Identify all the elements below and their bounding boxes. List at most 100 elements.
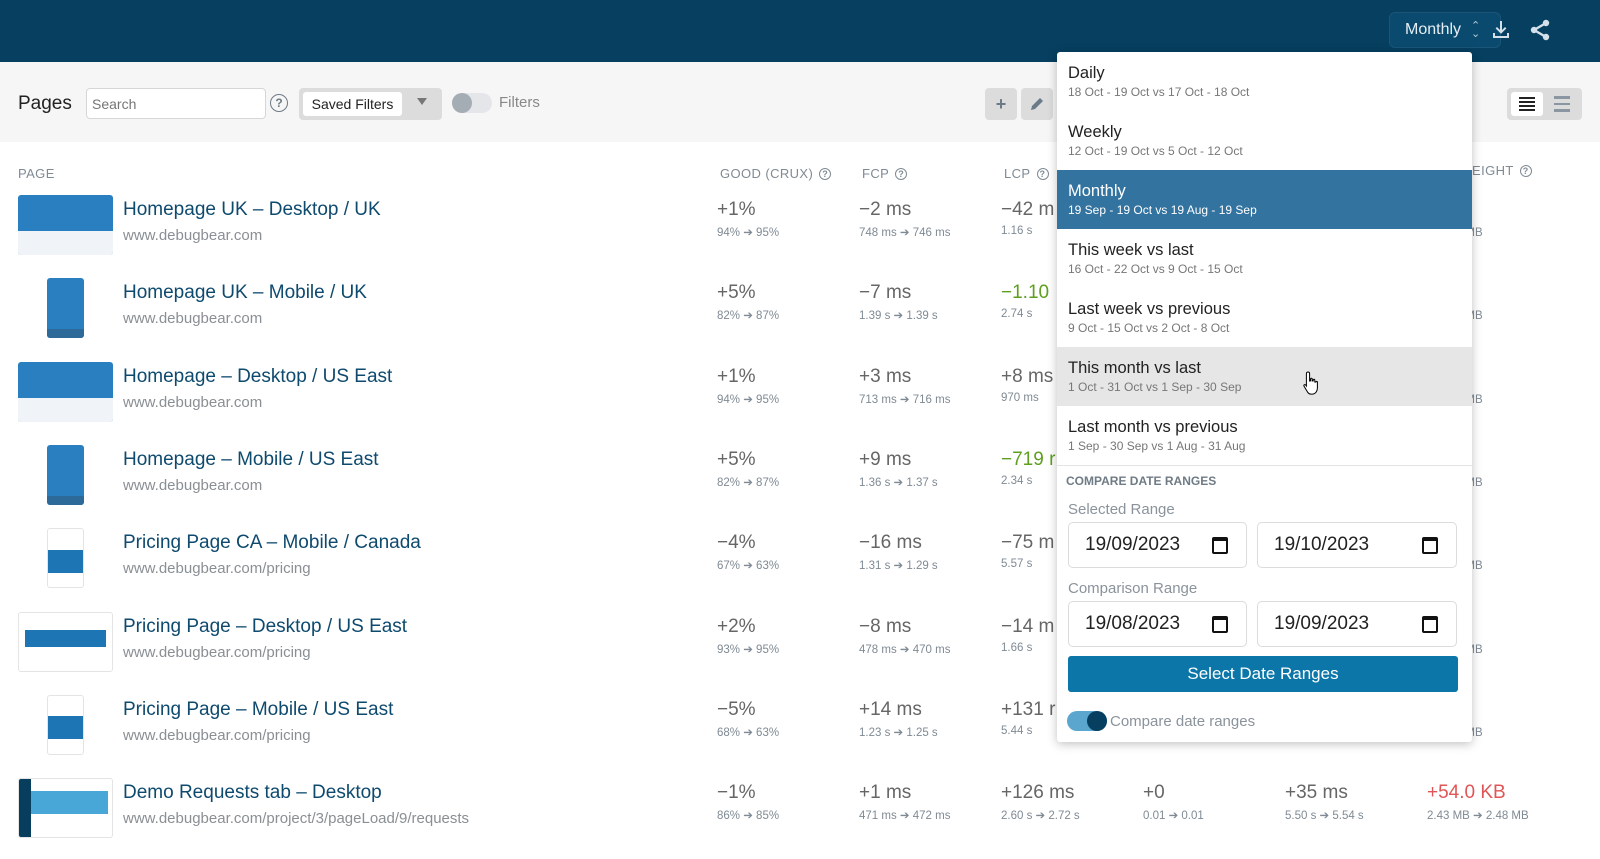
page-thumbnail[interactable]: [47, 694, 84, 755]
list-compact-icon: [1519, 97, 1535, 111]
selected-start-date-input[interactable]: 19/09/2023: [1068, 522, 1247, 568]
page-title-link[interactable]: Pricing Page – Desktop / US East: [123, 616, 407, 638]
period-option-range: 1 Oct - 31 Oct vs 1 Sep - 30 Sep: [1068, 380, 1242, 394]
period-option-name: This week vs last: [1068, 241, 1194, 259]
add-button[interactable]: +: [985, 88, 1017, 120]
metric-range: 1.16 s: [1001, 225, 1033, 237]
filters-toggle[interactable]: [452, 93, 492, 113]
metric-delta: +14 ms: [859, 698, 922, 720]
cls-cell: +0 0.01 ➔ 0.01: [1143, 782, 1204, 822]
page-thumbnail[interactable]: [18, 778, 113, 839]
metric-delta: −14 m: [1001, 615, 1055, 637]
calendar-icon[interactable]: [1212, 537, 1228, 554]
page-title-link[interactable]: Pricing Page – Mobile / US East: [123, 699, 393, 721]
page-thumbnail[interactable]: [47, 278, 84, 339]
speed-index-cell: +35 ms 5.50 s ➔ 5.54 s: [1285, 782, 1364, 822]
page-thumbnail[interactable]: [47, 528, 84, 589]
period-option[interactable]: Daily 18 Oct - 19 Oct vs 17 Oct - 18 Oct: [1057, 52, 1472, 111]
comparison-end-date-input[interactable]: 19/09/2023: [1257, 601, 1457, 647]
period-option[interactable]: This month vs last 1 Oct - 31 Oct vs 1 Se…: [1057, 347, 1472, 406]
date-value: 19/08/2023: [1085, 613, 1181, 634]
help-icon[interactable]: ?: [895, 167, 908, 180]
period-selector[interactable]: Monthly ⌃ ⌄: [1389, 12, 1501, 48]
help-icon[interactable]: ?: [270, 94, 288, 112]
period-option-name: Last month vs previous: [1068, 418, 1238, 436]
calendar-icon[interactable]: [1422, 616, 1438, 633]
metric-delta: +3 ms: [859, 365, 912, 387]
calendar-icon[interactable]: [1422, 537, 1438, 554]
metric-range: 478 ms ➔ 470 ms: [859, 643, 951, 656]
share-icon[interactable]: [1528, 18, 1552, 42]
column-header-lcp[interactable]: LCP?: [1004, 166, 1049, 181]
good-crux-cell: +5% 82% ➔ 87%: [717, 282, 779, 322]
select-date-ranges-button[interactable]: Select Date Ranges: [1068, 656, 1458, 692]
metric-range: 471 ms ➔ 472 ms: [859, 810, 951, 823]
help-icon[interactable]: ?: [819, 167, 832, 180]
metric-delta: −42 m: [1001, 199, 1055, 220]
period-option-range: 1 Sep - 30 Sep vs 1 Aug - 31 Aug: [1068, 439, 1246, 453]
page-thumbnail[interactable]: [18, 195, 113, 255]
page-url: www.debugbear.com: [123, 310, 263, 328]
metric-delta: +35 ms: [1285, 782, 1348, 804]
search-input[interactable]: [86, 88, 266, 119]
page-thumbnail[interactable]: [47, 444, 84, 505]
page-title-link[interactable]: Pricing Page CA – Mobile / Canada: [123, 532, 421, 554]
fcp-cell: −2 ms 748 ms ➔ 746 ms: [859, 199, 950, 239]
period-option-name: Last week vs previous: [1068, 300, 1231, 318]
fcp-cell: −7 ms 1.39 s ➔ 1.39 s: [859, 282, 938, 322]
period-option[interactable]: This week vs last 16 Oct - 22 Oct vs 9 Oc…: [1057, 229, 1472, 288]
page-thumbnail[interactable]: [18, 611, 113, 672]
page-title-link[interactable]: Homepage UK – Mobile / UK: [123, 282, 367, 304]
lcp-cell: −75 m 5.57 s: [1001, 532, 1054, 570]
column-label: GOOD (CRUX): [720, 166, 814, 181]
period-option[interactable]: Last week vs previous 9 Oct - 15 Oct vs 2…: [1057, 288, 1472, 347]
compare-date-ranges-toggle[interactable]: [1067, 711, 1107, 731]
page-url: www.debugbear.com/pricing: [123, 726, 311, 744]
saved-filters-dropdown[interactable]: Saved Filters: [299, 88, 442, 120]
metric-delta: +131 r: [1001, 698, 1056, 720]
fcp-cell: −16 ms 1.31 s ➔ 1.29 s: [859, 532, 938, 572]
good-crux-cell: −5% 68% ➔ 63%: [717, 699, 779, 739]
metric-delta: +1%: [717, 199, 756, 220]
metric-delta: +5%: [717, 282, 756, 304]
selected-end-date-input[interactable]: 19/10/2023: [1257, 522, 1457, 568]
download-icon[interactable]: [1489, 18, 1513, 42]
page-title-link[interactable]: Homepage – Mobile / US East: [123, 449, 379, 471]
column-header-fcp[interactable]: FCP?: [862, 166, 908, 181]
fcp-cell: +9 ms 1.36 s ➔ 1.37 s: [859, 449, 938, 489]
period-option-name: Weekly: [1068, 123, 1122, 141]
comparison-start-date-input[interactable]: 19/08/2023: [1068, 601, 1247, 647]
period-option-name: Monthly: [1068, 182, 1126, 200]
compare-section-title: COMPARE DATE RANGES: [1066, 474, 1217, 488]
chevron-up-down-icon: ⌃ ⌄: [1471, 20, 1481, 40]
period-option[interactable]: Last month vs previous 1 Sep - 30 Sep vs …: [1057, 406, 1472, 465]
column-label: LCP: [1004, 166, 1031, 181]
metric-delta: +54.0 KB: [1427, 782, 1506, 804]
column-header-good-crux[interactable]: GOOD (CRUX)?: [720, 166, 832, 181]
help-icon[interactable]: ?: [1519, 164, 1532, 177]
metric-delta: +8 ms: [1001, 365, 1054, 387]
help-icon[interactable]: ?: [1036, 167, 1049, 180]
metric-range: 2.74 s: [1001, 308, 1033, 321]
period-option[interactable]: Weekly 12 Oct - 19 Oct vs 5 Oct - 12 Oct: [1057, 111, 1472, 170]
period-option-range: 16 Oct - 22 Oct vs 9 Oct - 15 Oct: [1068, 262, 1243, 276]
lcp-cell: −42 m 1.16 s: [1001, 199, 1054, 237]
list-icon: [1554, 96, 1570, 112]
metric-range: 748 ms ➔ 746 ms: [859, 227, 951, 239]
page-title-link[interactable]: Homepage UK – Desktop / UK: [123, 199, 381, 221]
expanded-view-button[interactable]: [1546, 92, 1578, 116]
period-option[interactable]: Monthly 19 Sep - 19 Oct vs 19 Aug - 19 Se…: [1057, 170, 1472, 229]
table-row[interactable]: Demo Requests tab – Desktop www.debugbear…: [0, 770, 1600, 853]
metric-range: 2.60 s ➔ 2.72 s: [1001, 810, 1080, 823]
compact-view-button[interactable]: [1511, 92, 1543, 116]
edit-button[interactable]: [1021, 88, 1053, 120]
metric-range: 2.43 MB ➔ 2.48 MB: [1427, 810, 1529, 823]
calendar-icon[interactable]: [1212, 616, 1228, 633]
column-header-page[interactable]: PAGE: [18, 166, 55, 181]
metric-range: 1.66 s: [1001, 641, 1033, 654]
metric-range: 67% ➔ 63%: [717, 560, 780, 573]
page-thumbnail[interactable]: [18, 361, 113, 422]
page-title-link[interactable]: Demo Requests tab – Desktop: [123, 782, 382, 804]
column-header-page-weight[interactable]: EIGHT?: [1472, 163, 1532, 178]
page-title-link[interactable]: Homepage – Desktop / US East: [123, 366, 392, 388]
